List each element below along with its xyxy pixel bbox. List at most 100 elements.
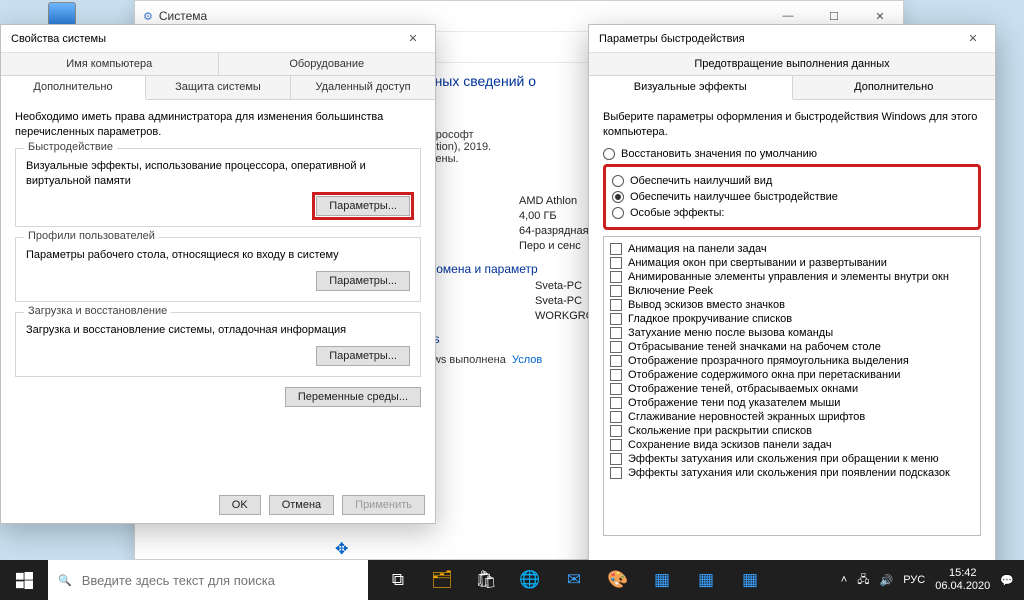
radio-icon	[612, 207, 624, 219]
effect-label: Затухание меню после вызова команды	[628, 327, 833, 339]
env-vars-button[interactable]: Переменные среды...	[285, 387, 421, 407]
checkbox-icon	[610, 383, 622, 395]
checkbox-icon	[610, 355, 622, 367]
tray-lang[interactable]: РУС	[903, 574, 925, 586]
app-icon-3[interactable]: ▦	[728, 560, 772, 600]
checkbox-icon	[610, 439, 622, 451]
tab-advanced[interactable]: Дополнительно	[1, 76, 146, 100]
radio-label: Обеспечить наилучший вид	[630, 175, 772, 187]
app-icon-1[interactable]: ▦	[640, 560, 684, 600]
effect-checkbox-row[interactable]: Скольжение при раскрытии списков	[610, 425, 974, 437]
info-value: 4,00 ГБ	[519, 210, 557, 222]
effect-checkbox-row[interactable]: Отображение тени под указателем мыши	[610, 397, 974, 409]
group-desc: Параметры рабочего стола, относящиеся ко…	[26, 248, 410, 263]
checkbox-icon	[610, 243, 622, 255]
paint-icon[interactable]: 🎨	[596, 560, 640, 600]
tray-clock[interactable]: 15:42 06.04.2020	[935, 567, 990, 592]
effect-checkbox-row[interactable]: Включение Peek	[610, 285, 974, 297]
tab-dep[interactable]: Предотвращение выполнения данных	[589, 53, 995, 75]
tab-remote[interactable]: Удаленный доступ	[291, 76, 435, 99]
tab-visual-effects[interactable]: Визуальные эффекты	[589, 76, 793, 100]
checkbox-icon	[610, 299, 622, 311]
file-explorer-icon[interactable]: 🗂	[420, 560, 464, 600]
radio-label: Особые эффекты:	[630, 207, 724, 219]
group-desc: Загрузка и восстановление системы, отлад…	[26, 323, 410, 338]
tray-chevron-icon[interactable]: ˄	[841, 574, 847, 586]
effect-label: Эффекты затухания или скольжения при обр…	[628, 453, 939, 465]
store-icon[interactable]: 🛍	[464, 560, 508, 600]
group-быстродействие: БыстродействиеВизуальные эффекты, исполь…	[15, 148, 421, 228]
radio-option[interactable]: Особые эффекты:	[612, 207, 972, 219]
apply-button[interactable]: Применить	[342, 495, 425, 515]
tray-network-icon[interactable]: 🖧	[857, 571, 869, 590]
tab-computer-name[interactable]: Имя компьютера	[1, 53, 219, 75]
taskbar: 🔍 ⧉ 🗂 🛍 🌐 ✉ 🎨 ▦ ▦ ▦ ˄ 🖧 🔊 РУС 15:42 06.0…	[0, 560, 1024, 600]
effect-checkbox-row[interactable]: Отбрасывание теней значками на рабочем с…	[610, 341, 974, 353]
effects-checklist[interactable]: Анимация на панели задач Анимация окон пр…	[603, 236, 981, 536]
info-value: Перо и сенс	[519, 240, 581, 252]
virtualbox-icon	[48, 2, 76, 26]
effect-label: Сохранение вида эскизов панели задач	[628, 439, 832, 451]
effect-label: Скольжение при раскрытии списков	[628, 425, 812, 437]
radio-option[interactable]: Обеспечить наилучший вид	[612, 175, 972, 187]
edge-icon[interactable]: 🌐	[508, 560, 552, 600]
effect-checkbox-row[interactable]: Вывод эскизов вместо значков	[610, 299, 974, 311]
group-desc: Визуальные эффекты, использование процес…	[26, 159, 410, 189]
effect-label: Сглаживание неровностей экранных шрифтов	[628, 411, 865, 423]
app-icon-2[interactable]: ▦	[684, 560, 728, 600]
radio-option[interactable]: Восстановить значения по умолчанию	[603, 148, 981, 160]
checkbox-icon	[610, 425, 622, 437]
activation-terms-link[interactable]: Услов	[512, 354, 542, 366]
effect-checkbox-row[interactable]: Анимация на панели задач	[610, 243, 974, 255]
effect-checkbox-row[interactable]: Анимация окон при свертывании и разверты…	[610, 257, 974, 269]
effect-label: Гладкое прокручивание списков	[628, 313, 792, 325]
effect-checkbox-row[interactable]: Эффекты затухания или скольжения при поя…	[610, 467, 974, 479]
radio-option[interactable]: Обеспечить наилучшее быстродействие	[612, 191, 972, 203]
effect-label: Эффекты затухания или скольжения при поя…	[628, 467, 950, 479]
checkbox-icon	[610, 453, 622, 465]
info-value: AMD Athlon	[519, 195, 577, 207]
settings-button[interactable]: Параметры...	[316, 346, 410, 366]
effect-checkbox-row[interactable]: Отображение содержимого окна при перетас…	[610, 369, 974, 381]
checkbox-icon	[610, 271, 622, 283]
tab-system-protect[interactable]: Защита системы	[146, 76, 291, 99]
effect-checkbox-row[interactable]: Анимированные элементы управления и элем…	[610, 271, 974, 283]
checkbox-icon	[610, 313, 622, 325]
info-value: 64-разрядная	[519, 225, 589, 237]
checkbox-icon	[610, 341, 622, 353]
group-legend: Быстродействие	[24, 141, 117, 153]
taskbar-search[interactable]: 🔍	[48, 560, 368, 600]
mail-icon[interactable]: ✉	[552, 560, 596, 600]
settings-button[interactable]: Параметры...	[316, 196, 410, 216]
tab-hardware[interactable]: Оборудование	[219, 53, 436, 75]
info-value: Sveta-PC	[535, 280, 582, 292]
effect-checkbox-row[interactable]: Эффекты затухания или скольжения при обр…	[610, 453, 974, 465]
ok-button[interactable]: OK	[219, 495, 261, 515]
effect-checkbox-row[interactable]: Затухание меню после вызова команды	[610, 327, 974, 339]
close-icon[interactable]: ✕	[391, 25, 435, 53]
checkbox-icon	[610, 397, 622, 409]
effect-checkbox-row[interactable]: Гладкое прокручивание списков	[610, 313, 974, 325]
tray-notifications-icon[interactable]: 💬	[1000, 574, 1014, 587]
settings-button[interactable]: Параметры...	[316, 271, 410, 291]
search-input[interactable]	[82, 573, 368, 588]
system-properties-dialog: Свойства системы ✕ Имя компьютера Оборуд…	[0, 24, 436, 524]
radio-label: Восстановить значения по умолчанию	[621, 148, 817, 160]
radio-icon	[603, 148, 615, 160]
effect-checkbox-row[interactable]: Сохранение вида эскизов панели задач	[610, 439, 974, 451]
radio-icon	[612, 175, 624, 187]
tray-volume-icon[interactable]: 🔊	[880, 574, 894, 587]
effect-checkbox-row[interactable]: Отображение теней, отбрасываемых окнами	[610, 383, 974, 395]
task-view-icon[interactable]: ⧉	[376, 560, 420, 600]
cancel-button[interactable]: Отмена	[269, 495, 334, 515]
gear-icon: ⚙	[143, 10, 153, 23]
checkbox-icon	[610, 369, 622, 381]
group-профили-пользователей: Профили пользователейПараметры рабочего …	[15, 237, 421, 302]
effect-checkbox-row[interactable]: Отображение прозрачного прямоугольника в…	[610, 355, 974, 367]
tab-advanced-perf[interactable]: Дополнительно	[793, 76, 996, 99]
close-icon[interactable]: ✕	[951, 25, 995, 53]
performance-options-dialog: Параметры быстродействия ✕ Предотвращени…	[588, 24, 996, 588]
effect-checkbox-row[interactable]: Сглаживание неровностей экранных шрифтов	[610, 411, 974, 423]
start-button[interactable]	[0, 560, 48, 600]
group-legend: Загрузка и восстановление	[24, 305, 171, 317]
